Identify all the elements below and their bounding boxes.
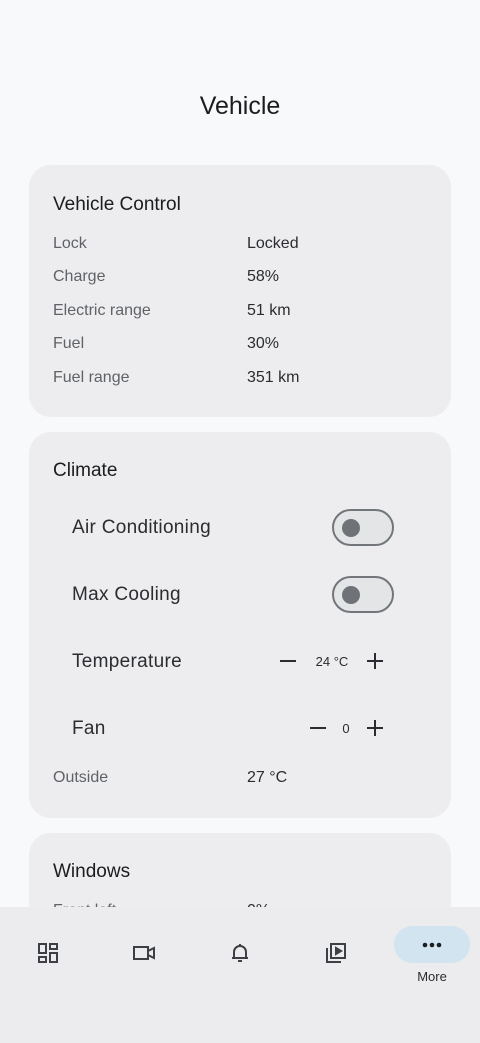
fan-label: Fan [72, 718, 106, 739]
video-library-icon [326, 943, 346, 963]
vehicle-control-card: Vehicle Control Lock Locked Charge 58% E… [29, 165, 451, 417]
fan-decrease-button[interactable] [306, 716, 330, 740]
dashboard-icon [38, 943, 58, 963]
fuel-range-label: Fuel range [53, 369, 130, 386]
videocam-icon [133, 946, 155, 960]
fuel-range-value: 351 km [247, 369, 300, 386]
minus-icon [310, 727, 326, 729]
fuel-value: 30% [247, 335, 280, 352]
charge-value: 58% [247, 268, 280, 285]
electric-range-value: 51 km [247, 302, 291, 319]
nav-label-more: More [417, 969, 447, 984]
lock-label: Lock [53, 235, 87, 252]
fan-value: 0 [342, 721, 350, 736]
air-conditioning-label: Air Conditioning [72, 517, 211, 538]
nav-item-media[interactable] [304, 927, 368, 983]
lock-value: Locked [247, 235, 299, 252]
nav-item-notifications[interactable] [208, 927, 272, 983]
charge-label: Charge [53, 268, 106, 285]
fan-increase-button[interactable] [363, 716, 387, 740]
bell-icon [232, 944, 248, 962]
plus-icon [367, 653, 383, 669]
electric-range-label: Electric range [53, 302, 151, 319]
more-horiz-icon [422, 942, 442, 947]
page-title: Vehicle [199, 92, 281, 120]
air-conditioning-toggle[interactable] [332, 509, 394, 546]
vehicle-control-title: Vehicle Control [53, 194, 181, 215]
outside-value: 27 °C [247, 769, 288, 786]
minus-icon [280, 660, 296, 662]
nav-item-dashboard[interactable] [16, 927, 80, 983]
temperature-label: Temperature [72, 651, 182, 672]
temperature-increase-button[interactable] [363, 649, 387, 673]
plus-icon [367, 720, 383, 736]
nav-item-camera[interactable] [112, 927, 176, 983]
windows-title: Windows [53, 861, 131, 882]
toggle-knob [342, 586, 360, 604]
bottom-navigation: More [0, 907, 480, 1043]
temperature-decrease-button[interactable] [276, 649, 300, 673]
temperature-value: 24 °C [315, 654, 349, 669]
max-cooling-label: Max Cooling [72, 584, 181, 605]
outside-label: Outside [53, 769, 109, 786]
max-cooling-toggle[interactable] [332, 576, 394, 613]
fuel-label: Fuel [53, 335, 85, 352]
climate-card: Climate Air Conditioning Max Cooling Tem… [29, 432, 451, 818]
nav-item-more[interactable] [394, 926, 470, 963]
toggle-knob [342, 519, 360, 537]
climate-title: Climate [53, 460, 118, 481]
